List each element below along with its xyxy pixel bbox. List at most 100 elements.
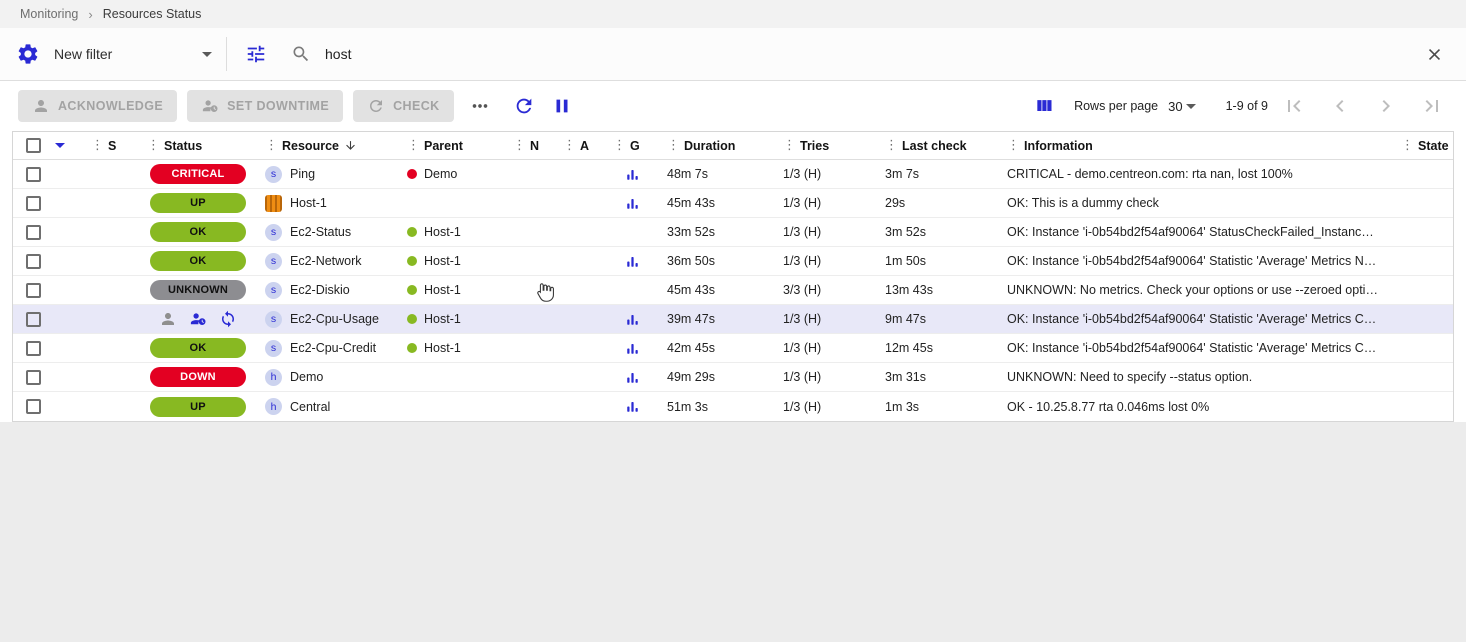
notes-cell: [505, 160, 555, 188]
table-row[interactable]: UP Host-1 45m 43s 1/3 (H) 29s OK: This i…: [13, 189, 1453, 218]
column-header-last-check[interactable]: ⋮Last check: [877, 132, 999, 159]
row-checkbox[interactable]: [26, 225, 41, 240]
breadcrumb-resources-status: Resources Status: [103, 7, 202, 21]
severity-cell: [83, 334, 139, 362]
settings-gear-icon[interactable]: [16, 42, 40, 66]
resource-cell[interactable]: h Central: [257, 392, 399, 421]
graph-icon[interactable]: [625, 254, 640, 269]
checkbox-cell: [13, 392, 83, 421]
pause-button[interactable]: [546, 90, 578, 122]
resource-cell[interactable]: s Ec2-Status: [257, 218, 399, 246]
row-checkbox[interactable]: [26, 399, 41, 414]
search-input[interactable]: [325, 46, 1402, 62]
row-checkbox[interactable]: [26, 370, 41, 385]
information-cell: OK: This is a dummy check: [999, 189, 1393, 217]
parent-cell[interactable]: Host-1: [399, 247, 505, 275]
row-checkbox[interactable]: [26, 283, 41, 298]
table-row[interactable]: CRITICAL s Ping Demo 48m 7s 1/3 (H) 3m 7…: [13, 160, 1453, 189]
parent-cell[interactable]: [399, 392, 505, 421]
table-row[interactable]: DOWN h Demo 49m 29s 1/3 (H) 3m 31s UNKNO…: [13, 363, 1453, 392]
set-downtime-button[interactable]: SET DOWNTIME: [187, 90, 343, 122]
graph-icon[interactable]: [625, 399, 640, 414]
row-checkbox[interactable]: [26, 167, 41, 182]
graph-icon[interactable]: [625, 196, 640, 211]
filter-preset-select[interactable]: New filter: [54, 46, 212, 62]
graph-icon[interactable]: [625, 312, 640, 327]
graph-icon[interactable]: [625, 341, 640, 356]
column-header-resource[interactable]: ⋮ Resource: [257, 132, 399, 159]
parent-cell[interactable]: Demo: [399, 160, 505, 188]
acknowledge-button[interactable]: ACKNOWLEDGE: [18, 90, 177, 122]
graph-icon[interactable]: [625, 370, 640, 385]
parent-cell[interactable]: Host-1: [399, 218, 505, 246]
table-row[interactable]: OK s Ec2-Status Host-1 33m 52s 1/3 (H) 3…: [13, 218, 1453, 247]
row-checkbox[interactable]: [26, 196, 41, 211]
notes-cell: [505, 218, 555, 246]
column-header-duration[interactable]: ⋮Duration: [659, 132, 775, 159]
last-page-button[interactable]: [1416, 90, 1448, 122]
parent-cell[interactable]: [399, 363, 505, 391]
information-cell: UNKNOWN: No metrics. Check your options …: [999, 276, 1393, 304]
clear-search-icon[interactable]: [1425, 45, 1450, 64]
next-page-button[interactable]: [1370, 90, 1402, 122]
table-row[interactable]: UNKNOWN s Ec2-Diskio Host-1 45m 43s 3/3 …: [13, 276, 1453, 305]
resources-table: ⋮S ⋮Status ⋮ Resource ⋮Parent ⋮N ⋮A ⋮G ⋮…: [12, 131, 1454, 422]
column-header-information[interactable]: ⋮Information: [999, 132, 1393, 159]
column-header-status[interactable]: ⋮Status: [139, 132, 257, 159]
table-row[interactable]: OK s Ec2-Network Host-1 36m 50s 1/3 (H) …: [13, 247, 1453, 276]
breadcrumb-monitoring[interactable]: Monitoring: [20, 7, 78, 21]
drag-handle-icon: ⋮: [1007, 138, 1020, 153]
row-checkbox[interactable]: [26, 312, 41, 327]
resource-name: Ping: [290, 167, 315, 181]
row-checkbox[interactable]: [26, 341, 41, 356]
duration-cell: 33m 52s: [659, 218, 775, 246]
resource-cell[interactable]: s Ping: [257, 160, 399, 188]
row-checkbox[interactable]: [26, 254, 41, 269]
check-button[interactable]: CHECK: [353, 90, 453, 122]
tune-filter-icon[interactable]: [245, 43, 267, 65]
status-badge[interactable]: UNKNOWN: [150, 280, 246, 300]
resource-cell[interactable]: h Demo: [257, 363, 399, 391]
select-all-dropdown-icon[interactable]: [55, 143, 65, 148]
parent-cell[interactable]: [399, 189, 505, 217]
notes-cell: [505, 305, 555, 333]
resource-cell[interactable]: s Ec2-Cpu-Credit: [257, 334, 399, 362]
status-badge[interactable]: OK: [150, 251, 246, 271]
column-header-parent[interactable]: ⋮Parent: [399, 132, 505, 159]
severity-cell: [83, 218, 139, 246]
status-badge[interactable]: UP: [150, 193, 246, 213]
status-badge[interactable]: OK: [150, 338, 246, 358]
first-page-button[interactable]: [1278, 90, 1310, 122]
table-row[interactable]: s Ec2-Cpu-Usage Host-1 39m 47s 1/3 (H) 9…: [13, 305, 1453, 334]
column-header-notes[interactable]: ⋮N: [505, 132, 555, 159]
status-badge[interactable]: CRITICAL: [150, 164, 246, 184]
prev-page-button[interactable]: [1324, 90, 1356, 122]
table-row[interactable]: UP h Central 51m 3s 1/3 (H) 1m 3s OK - 1…: [13, 392, 1453, 421]
refresh-button[interactable]: [508, 90, 540, 122]
resource-cell[interactable]: s Ec2-Network: [257, 247, 399, 275]
parent-cell[interactable]: Host-1: [399, 334, 505, 362]
column-header-severity[interactable]: ⋮S: [83, 132, 139, 159]
checkbox-cell: [13, 160, 83, 188]
parent-cell[interactable]: Host-1: [399, 305, 505, 333]
status-badge[interactable]: DOWN: [150, 367, 246, 387]
header-label: G: [630, 139, 640, 153]
columns-icon[interactable]: [1028, 90, 1060, 122]
resource-cell[interactable]: s Ec2-Cpu-Usage: [257, 305, 399, 333]
column-header-tries[interactable]: ⋮Tries: [775, 132, 877, 159]
resource-cell[interactable]: Host-1: [257, 189, 399, 217]
column-header-action[interactable]: ⋮A: [555, 132, 605, 159]
status-badge[interactable]: UP: [150, 397, 246, 417]
select-all-checkbox[interactable]: [26, 138, 41, 153]
parent-cell[interactable]: Host-1: [399, 276, 505, 304]
status-badge[interactable]: OK: [150, 222, 246, 242]
table-row[interactable]: OK s Ec2-Cpu-Credit Host-1 42m 45s 1/3 (…: [13, 334, 1453, 363]
rows-per-page-select[interactable]: 30: [1168, 99, 1195, 114]
column-header-state[interactable]: ⋮State: [1393, 132, 1453, 159]
resource-type-icon: s: [265, 282, 282, 299]
graph-icon[interactable]: [625, 167, 640, 182]
resource-cell[interactable]: s Ec2-Diskio: [257, 276, 399, 304]
column-header-graph[interactable]: ⋮G: [605, 132, 659, 159]
sort-desc-icon[interactable]: [344, 139, 357, 152]
more-actions-button[interactable]: [464, 90, 496, 122]
